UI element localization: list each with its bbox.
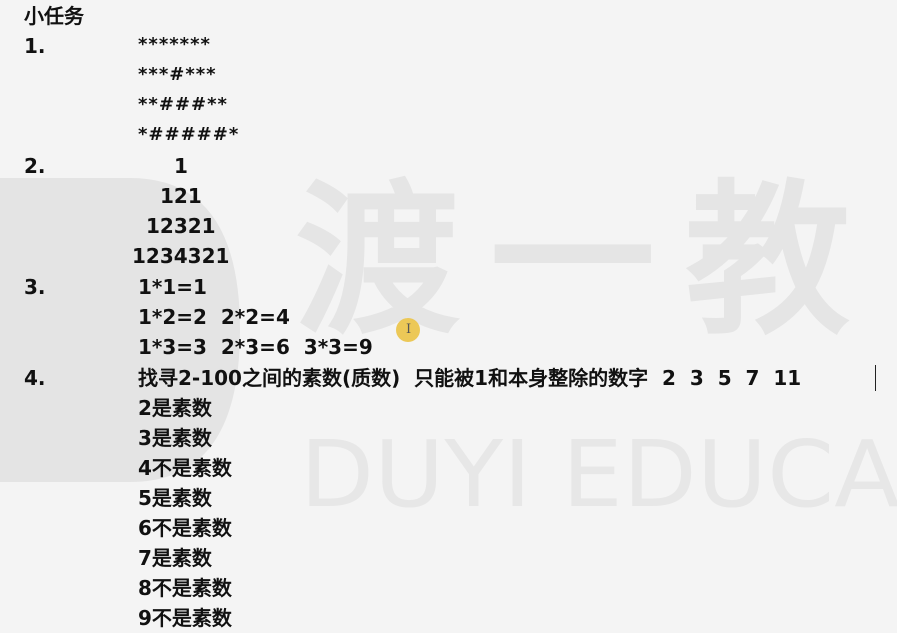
task-2-line-1: 1 [174,154,188,178]
task-1-line-3: **###** [138,94,228,115]
task-4-line-8: 8不是素数 [138,576,232,600]
task-4-line-9: 9不是素数 [138,606,232,630]
task-4-number: 4. [24,366,46,390]
task-4-line-2: 2是素数 [138,396,212,420]
task-1-number: 1. [24,34,46,58]
task-2-line-2: 121 [160,184,202,208]
task-4-line-3: 3是素数 [138,426,212,450]
task-4-line-6: 6不是素数 [138,516,232,540]
task-2-number: 2. [24,154,46,178]
ibeam-cursor-icon: I [406,322,412,337]
page-title: 小任务 [24,4,84,28]
task-4-line-5: 5是素数 [138,486,212,510]
task-1-line-2: ***#*** [138,64,217,85]
task-1-line-1: ******* [138,34,211,55]
document-body[interactable]: 小任务 1. ******* ***#*** **###** *#####* 2… [0,0,897,633]
task-3-line-3: 1*3=3 2*3=6 3*3=9 [138,335,373,359]
task-1-line-4: *#####* [138,124,240,145]
task-3-number: 3. [24,275,46,299]
task-4-line-4: 4不是素数 [138,456,232,480]
task-3-line-1: 1*1=1 [138,275,207,299]
task-4-heading: 找寻2-100之间的素数(质数) 只能被1和本身整除的数字 2 3 5 7 11 [138,366,802,390]
task-2-line-3: 12321 [146,214,216,238]
task-4-line-7: 7是素数 [138,546,212,570]
text-insertion-caret [875,365,876,391]
task-2-line-4: 1234321 [132,244,230,268]
task-3-line-2: 1*2=2 2*2=4 [138,305,290,329]
